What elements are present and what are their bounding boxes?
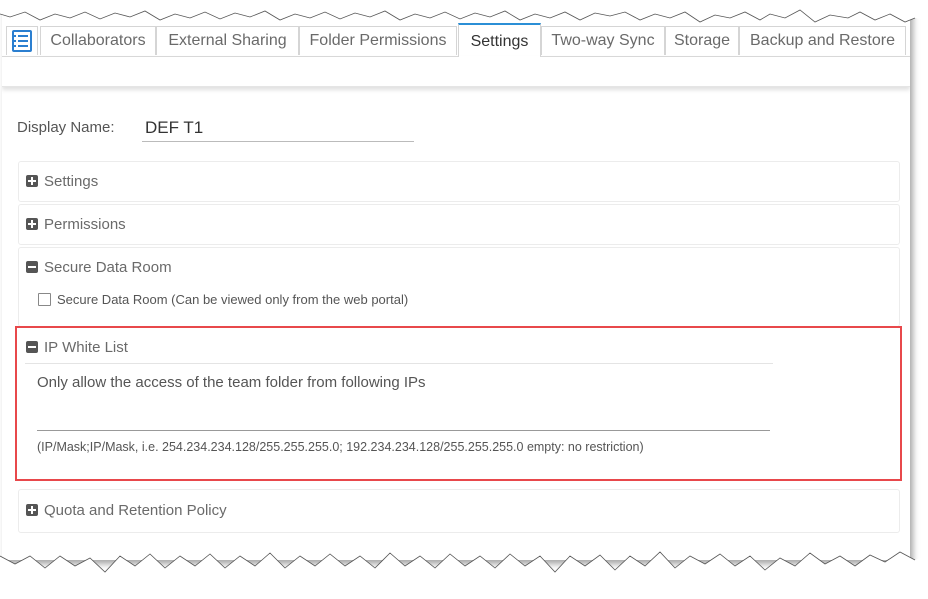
- permissions-section-header[interactable]: Permissions: [26, 216, 126, 234]
- tab-folder-permissions[interactable]: Folder Permissions: [299, 26, 457, 55]
- expand-plus-icon: [26, 504, 38, 516]
- settings-section-title: Settings: [44, 173, 99, 190]
- permissions-section-title: Permissions: [44, 216, 126, 233]
- highlight-box: [15, 326, 902, 481]
- secure-data-room-header[interactable]: Secure Data Room: [26, 259, 172, 277]
- settings-section: Settings: [18, 161, 900, 202]
- tab-content-header: [2, 56, 910, 87]
- permissions-section: Permissions: [18, 204, 900, 245]
- display-name-label: Display Name:: [17, 119, 115, 136]
- quota-section: Quota and Retention Policy: [18, 489, 900, 533]
- list-icon-line: [18, 40, 28, 42]
- list-icon-dot: [14, 45, 16, 47]
- list-icon-line: [18, 35, 28, 37]
- expand-plus-icon: [26, 218, 38, 230]
- tab-settings[interactable]: Settings: [458, 23, 541, 57]
- settings-section-header[interactable]: Settings: [26, 173, 98, 191]
- tab-collaborators[interactable]: Collaborators: [40, 26, 156, 55]
- list-view-button[interactable]: [6, 26, 38, 55]
- secure-data-room-title: Secure Data Room: [44, 259, 172, 276]
- list-icon-line: [18, 45, 28, 47]
- tab-storage[interactable]: Storage: [665, 26, 739, 55]
- list-icon-dot: [14, 40, 16, 42]
- list-icon-dot: [14, 35, 16, 37]
- secure-data-room-checkbox[interactable]: [38, 293, 51, 306]
- expand-plus-icon: [26, 175, 38, 187]
- collapse-minus-icon: [26, 261, 38, 273]
- tab-external-sharing[interactable]: External Sharing: [156, 26, 299, 55]
- display-name-input[interactable]: DEF T1: [142, 116, 414, 142]
- quota-section-header[interactable]: Quota and Retention Policy: [26, 502, 227, 520]
- list-icon: [12, 30, 32, 52]
- tab-two-way-sync[interactable]: Two-way Sync: [541, 26, 665, 55]
- team-folder-panel: Collaborators External Sharing Folder Pe…: [2, 8, 910, 560]
- quota-section-title: Quota and Retention Policy: [44, 502, 227, 519]
- secure-data-room-checkbox-label: Secure Data Room (Can be viewed only fro…: [57, 292, 409, 307]
- secure-data-room-section: Secure Data Room Secure Data Room (Can b…: [18, 247, 900, 327]
- tab-backup-and-restore[interactable]: Backup and Restore: [739, 26, 906, 55]
- tab-bar: Collaborators External Sharing Folder Pe…: [2, 23, 910, 57]
